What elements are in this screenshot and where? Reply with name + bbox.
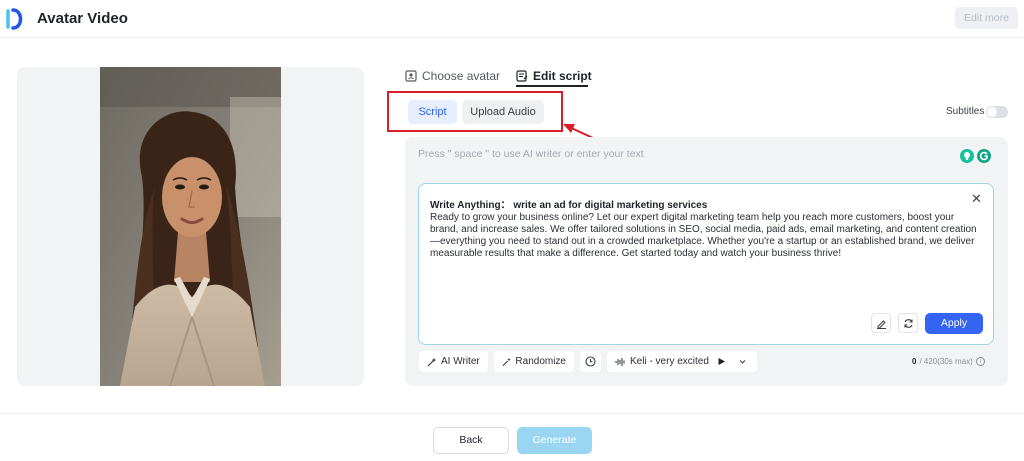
character-counter: 0 / 420(30s max) i [912,357,985,366]
footer-divider [0,413,1024,414]
script-placeholder: Press " space " to use AI writer or ente… [418,148,644,160]
avatar-portrait-image [100,67,281,386]
randomize-button[interactable]: Randomize [494,351,574,372]
chevron-down-icon[interactable] [738,357,747,366]
writing-assistant-icons [960,149,991,163]
info-icon[interactable]: i [975,357,985,366]
generate-button[interactable]: Generate [517,427,592,454]
play-icon[interactable] [717,357,726,366]
avatar-preview-panel [17,67,364,386]
magic-wand-icon [427,357,437,366]
back-button[interactable]: Back [433,427,509,454]
highlight-annotation-box [387,91,563,132]
app-logo-icon [6,8,23,30]
tab-edit-script-label: Edit script [533,69,592,83]
voice-selector[interactable]: Keli - very excited [607,351,757,372]
script-edit-icon [516,70,528,82]
ai-writer-generated-text: Ready to grow your business online? Let … [430,212,977,259]
top-bar: Avatar Video Edit more [0,0,1024,38]
tab-choose-avatar[interactable]: Choose avatar [405,66,500,86]
close-icon[interactable]: ✕ [971,191,982,207]
randomize-label: Randomize [515,356,566,367]
ai-writer-button[interactable]: AI Writer [419,351,488,372]
lightbulb-icon[interactable] [960,149,974,163]
tab-edit-script[interactable]: Edit script [516,66,592,86]
regenerate-button[interactable] [898,313,918,333]
edit-more-button[interactable]: Edit more [955,7,1018,29]
refresh-icon [903,318,913,328]
ai-writer-prompt: Write Anything： write an ad for digital … [430,200,708,211]
active-tab-indicator [516,85,588,87]
char-count-value: 0 [912,357,917,366]
subtitles-label: Subtitles [946,106,985,117]
subtitles-toggle[interactable] [986,106,1008,118]
page-title: Avatar Video [37,10,128,27]
tab-choose-avatar-label: Choose avatar [422,69,501,83]
clock-icon [585,356,596,367]
apply-button[interactable]: Apply [925,313,983,334]
grammarly-icon[interactable] [977,149,991,163]
avatar-list-icon [405,70,417,82]
voice-name: Keli - very excited [630,356,709,367]
pause-timing-button[interactable] [580,351,601,372]
pencil-icon [876,319,886,329]
ai-writer-label: AI Writer [441,356,480,367]
char-limit-text: / 420(30s max) [919,357,973,366]
waveform-icon [615,357,625,366]
edit-result-button[interactable] [871,313,891,333]
sparkle-wand-icon [502,357,511,366]
